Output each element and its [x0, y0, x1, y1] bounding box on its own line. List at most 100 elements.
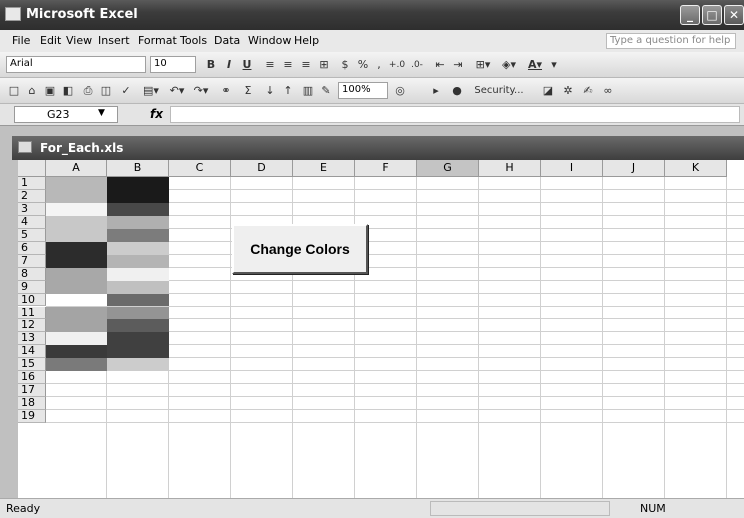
menu-file[interactable]: File	[12, 34, 30, 47]
help-icon[interactable]: ◎	[392, 82, 408, 100]
font-name-dropdown[interactable]: Arial	[6, 56, 146, 73]
open-icon[interactable]: ⌂	[24, 82, 40, 100]
cell-a7[interactable]	[46, 254, 107, 268]
cell-b4[interactable]	[107, 215, 169, 229]
cell-a10[interactable]	[46, 293, 107, 307]
minimize-button[interactable]: _	[680, 5, 700, 25]
row-header-19[interactable]: 19	[18, 410, 46, 424]
print-preview-icon[interactable]: ◫	[98, 82, 114, 100]
row-header-5[interactable]: 5	[18, 228, 46, 242]
row-header-9[interactable]: 9	[18, 280, 46, 294]
menu-view[interactable]: View	[66, 34, 92, 47]
close-button[interactable]: ✕	[724, 5, 744, 25]
cell-a2[interactable]	[46, 189, 107, 203]
cell-b5[interactable]	[107, 228, 169, 242]
cell-b1[interactable]	[107, 177, 169, 190]
decrease-decimal-icon[interactable]: .0-	[408, 56, 426, 74]
row-header-10[interactable]: 10	[18, 293, 46, 307]
cell-b6[interactable]	[107, 241, 169, 255]
font-size-dropdown[interactable]: 10	[150, 56, 196, 73]
row-header-4[interactable]: 4	[18, 215, 46, 229]
name-box-dropdown-icon[interactable]: ▼	[98, 108, 105, 118]
align-left-icon[interactable]: ≡	[262, 56, 278, 74]
align-right-icon[interactable]: ≡	[298, 56, 314, 74]
cell-b8[interactable]	[107, 267, 169, 281]
toolbar-options-icon[interactable]: ▸	[428, 82, 444, 100]
cell-a5[interactable]	[46, 228, 107, 242]
cell-b15[interactable]	[107, 358, 169, 372]
row-header-6[interactable]: 6	[18, 241, 46, 255]
italic-button[interactable]: I	[222, 56, 236, 74]
cell-a8[interactable]	[46, 267, 107, 281]
align-center-icon[interactable]: ≡	[280, 56, 296, 74]
spelling-icon[interactable]: ✓	[118, 82, 134, 100]
column-header-c[interactable]: C	[169, 160, 231, 177]
cell-a4[interactable]	[46, 215, 107, 229]
zoom-dropdown[interactable]: 100%	[338, 82, 388, 99]
sort-ascending-icon[interactable]: ↓	[262, 82, 278, 100]
sort-descending-icon[interactable]: ↑	[280, 82, 296, 100]
new-icon[interactable]: □	[6, 82, 22, 100]
menu-help[interactable]: Help	[294, 34, 319, 47]
menu-window[interactable]: Window	[248, 34, 291, 47]
column-header-a[interactable]: A	[46, 160, 107, 177]
menu-edit[interactable]: Edit	[40, 34, 61, 47]
hyperlink-icon[interactable]: ⚭	[218, 82, 234, 100]
visual-basic-icon[interactable]: ◪	[540, 82, 556, 100]
decrease-indent-icon[interactable]: ⇤	[432, 56, 448, 74]
cell-b10[interactable]	[107, 293, 169, 307]
design-mode-icon[interactable]: ✍	[580, 82, 596, 100]
cell-a3[interactable]	[46, 202, 107, 216]
redo-icon[interactable]: ↷▾	[190, 82, 212, 100]
cell-a6[interactable]	[46, 241, 107, 255]
cell-a9[interactable]	[46, 280, 107, 294]
merge-center-icon[interactable]: ⊞	[316, 56, 332, 74]
row-header-1[interactable]: 1	[18, 177, 46, 190]
column-header-j[interactable]: J	[603, 160, 665, 177]
cell-a11[interactable]	[46, 306, 107, 320]
cell-b9[interactable]	[107, 280, 169, 294]
cell-a13[interactable]	[46, 332, 107, 346]
increase-decimal-icon[interactable]: +.0	[388, 56, 406, 74]
column-header-b[interactable]: B	[107, 160, 169, 177]
paste-icon[interactable]: ▤▾	[140, 82, 162, 100]
menu-data[interactable]: Data	[214, 34, 240, 47]
fill-color-icon[interactable]: ◈▾	[498, 56, 520, 74]
cell-b12[interactable]	[107, 319, 169, 333]
save-icon[interactable]: ▣	[42, 82, 58, 100]
row-header-7[interactable]: 7	[18, 254, 46, 268]
column-header-i[interactable]: I	[541, 160, 603, 177]
cell-a14[interactable]	[46, 345, 107, 359]
column-header-h[interactable]: H	[479, 160, 541, 177]
cell-b11[interactable]	[107, 306, 169, 320]
cell-a15[interactable]	[46, 358, 107, 372]
column-header-k[interactable]: K	[665, 160, 727, 177]
font-color-icon[interactable]: A▾	[524, 56, 546, 74]
drawing-icon[interactable]: ✎	[318, 82, 334, 100]
cell-a1[interactable]	[46, 177, 107, 190]
column-header-d[interactable]: D	[231, 160, 293, 177]
cell-a12[interactable]	[46, 319, 107, 333]
autosum-button[interactable]: Σ	[236, 82, 260, 100]
menu-tools[interactable]: Tools	[180, 34, 207, 47]
select-all-corner[interactable]	[18, 160, 46, 177]
control-toolbox-icon[interactable]: ✲	[560, 82, 576, 100]
row-header-2[interactable]: 2	[18, 189, 46, 203]
print-icon[interactable]: ⎙	[80, 82, 96, 100]
maximize-button[interactable]: □	[702, 5, 722, 25]
increase-indent-icon[interactable]: ⇥	[450, 56, 466, 74]
comma-button[interactable]: ,	[374, 56, 384, 74]
row-header-8[interactable]: 8	[18, 267, 46, 281]
row-header-3[interactable]: 3	[18, 202, 46, 216]
cell-b13[interactable]	[107, 332, 169, 346]
borders-icon[interactable]: ⊞▾	[472, 56, 494, 74]
percent-button[interactable]: %	[356, 56, 370, 74]
cell-b3[interactable]	[107, 202, 169, 216]
cell-b14[interactable]	[107, 345, 169, 359]
undo-icon[interactable]: ↶▾	[166, 82, 188, 100]
cell-b7[interactable]	[107, 254, 169, 268]
insert-function-button[interactable]: fx	[150, 107, 163, 121]
menu-format[interactable]: Format	[138, 34, 177, 47]
cell-b2[interactable]	[107, 189, 169, 203]
toolbar-options-icon[interactable]: ▾	[550, 56, 558, 74]
